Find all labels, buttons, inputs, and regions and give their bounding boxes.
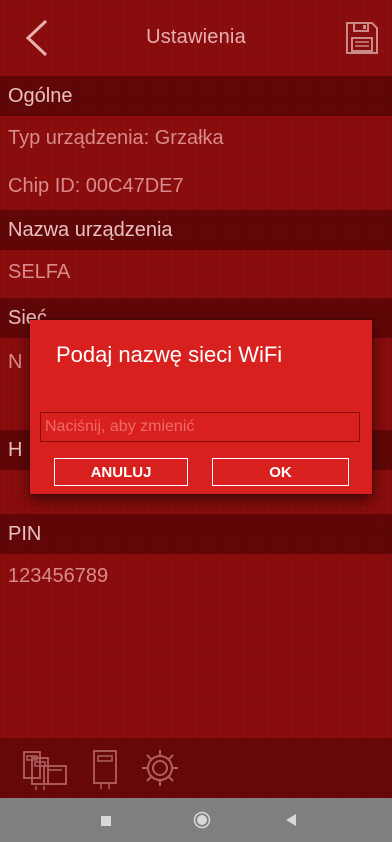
save-button[interactable] <box>344 20 380 56</box>
ok-button[interactable]: OK <box>212 458 349 486</box>
back-nav-button[interactable] <box>284 813 298 827</box>
page-title: Ustawienia <box>146 25 246 48</box>
tab-device[interactable] <box>90 748 120 792</box>
chip-id-row: Chip ID: 00C47DE7 <box>8 174 184 197</box>
device-type-row[interactable]: Typ urządzenia: Grzałka <box>0 118 392 158</box>
triangle-back-icon <box>286 814 296 826</box>
recents-button[interactable] <box>100 814 112 826</box>
wifi-name-input[interactable] <box>40 412 360 442</box>
floppy-disk-icon <box>346 22 378 54</box>
square-icon <box>101 816 111 826</box>
gear-icon <box>142 750 178 786</box>
home-button[interactable] <box>193 811 211 829</box>
section-header-pin: PIN <box>0 514 392 554</box>
tab-devices[interactable] <box>18 748 74 792</box>
circle-icon <box>193 811 211 829</box>
system-nav-bar <box>0 798 392 842</box>
section-header-device-name: Nazwa urządzenia <box>0 210 392 250</box>
bottom-tab-bar <box>0 738 392 798</box>
devices-icon <box>23 751 67 790</box>
tab-settings[interactable] <box>138 746 182 790</box>
top-bar: Ustawienia <box>0 0 392 74</box>
section-header-general: Ogólne <box>0 76 392 116</box>
pin-row[interactable]: 123456789 <box>0 556 392 596</box>
wifi-name-dialog: Podaj nazwę sieci WiFi ANULUJ OK <box>30 320 372 494</box>
device-icon <box>93 750 117 789</box>
dialog-title: Podaj nazwę sieci WiFi <box>56 342 283 367</box>
chevron-left-icon <box>25 19 48 57</box>
back-button[interactable] <box>20 18 56 58</box>
cancel-button[interactable]: ANULUJ <box>54 458 188 486</box>
device-name-row[interactable]: SELFA <box>0 252 392 292</box>
